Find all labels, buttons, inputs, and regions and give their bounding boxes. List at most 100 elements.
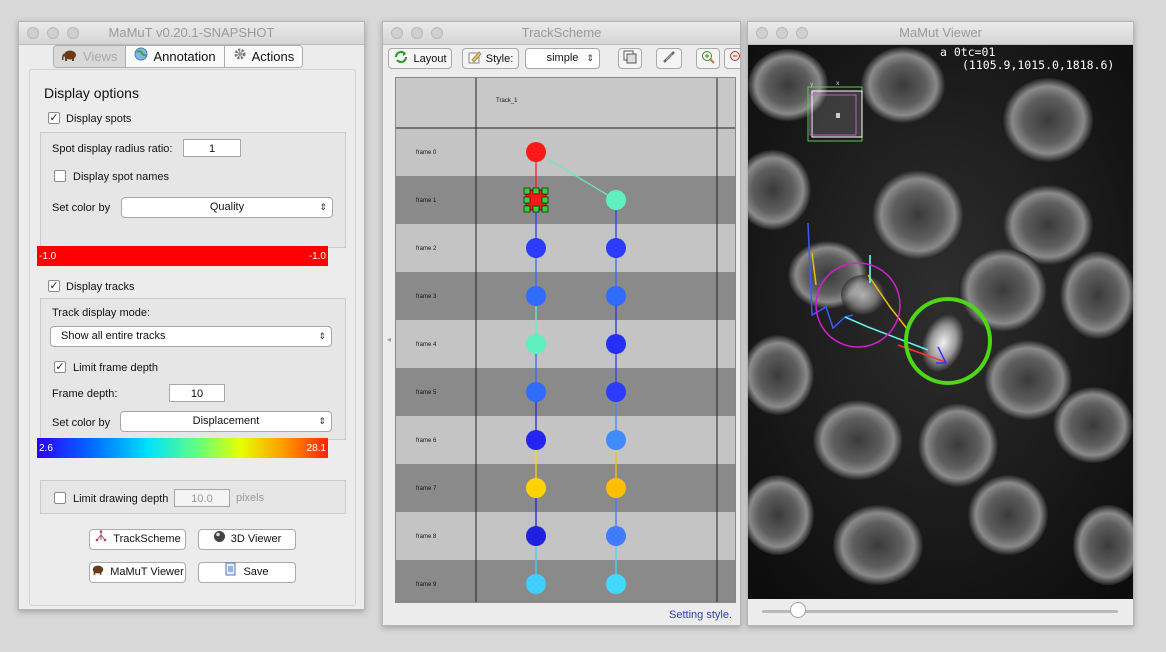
frame-row [396, 416, 735, 464]
3d-viewer-button-label: 3D Viewer [230, 533, 282, 545]
drawing-depth-group: Limit drawing depth 10.0 pixels [40, 480, 346, 514]
close-window-button[interactable] [756, 27, 768, 39]
save-icon [225, 562, 238, 583]
tab-annotation[interactable]: Annotation [126, 46, 225, 67]
track-mode-label: Track display mode: [52, 307, 151, 319]
save-button[interactable]: Save [198, 562, 296, 583]
close-window-button[interactable] [391, 27, 403, 39]
trackscheme-canvas[interactable]: frame 0 frame 1 frame 2 frame 3 frame 4 frame… [395, 77, 736, 603]
microscopy-image[interactable]: y x [748, 45, 1133, 599]
save-button-label: Save [243, 566, 269, 578]
spot-color-select[interactable]: Quality ⇕ [121, 197, 333, 218]
display-spot-names-checkbox[interactable] [54, 170, 66, 182]
selection-handle [523, 205, 531, 213]
track-spot [606, 430, 626, 450]
mamut-viewer-window: MaMut Viewer y x a 0tc=01 (1105.9,1015.0… [747, 21, 1134, 626]
track-spot [606, 526, 626, 546]
globe-icon [134, 46, 148, 67]
frame-label: frame 1 [416, 198, 437, 204]
track-spot [526, 382, 546, 402]
drawing-depth-field[interactable]: 10.0 [174, 489, 230, 507]
track-color-select[interactable]: Displacement ⇕ [120, 411, 332, 432]
select-arrows-icon: ⇕ [586, 53, 594, 63]
minimize-window-button[interactable] [411, 27, 423, 39]
track-color-value: Displacement [192, 415, 260, 427]
display-spots-label: Display spots [66, 113, 132, 125]
time-slider-track[interactable] [762, 610, 1118, 613]
minimize-window-button[interactable] [47, 27, 59, 39]
frame-row [396, 368, 735, 416]
display-tracks-checkbox[interactable]: ✓ [48, 280, 60, 292]
frame-row [396, 512, 735, 560]
frame-row [396, 272, 735, 320]
display-spots-checkbox[interactable]: ✓ [48, 112, 60, 124]
frame-label: frame 8 [416, 534, 437, 540]
style-button[interactable]: Style: [462, 48, 519, 69]
tab-views[interactable]: Views [54, 46, 127, 67]
limit-frame-depth-checkbox[interactable]: ✓ [54, 361, 66, 373]
copy-button[interactable] [618, 48, 642, 69]
image-viewport[interactable]: y x a 0tc=01 (1105.9,1015.0,1818.6) [748, 45, 1133, 599]
time-slider-knob[interactable] [789, 602, 806, 618]
zoom-in-icon [701, 50, 715, 67]
trackscheme-graph[interactable]: frame 0 frame 1 frame 2 frame 3 frame 4 frame… [396, 78, 735, 602]
spot-radius-label: Spot display radius ratio: [52, 143, 173, 155]
frame-label: frame 3 [416, 294, 437, 300]
track-spot [526, 574, 546, 594]
selection-handle [532, 187, 540, 195]
track-spot [526, 238, 546, 258]
frame-row [396, 560, 735, 602]
refresh-icon [393, 50, 409, 67]
frame-depth-label: Frame depth: [52, 388, 118, 400]
frame-label: frame 5 [416, 390, 437, 396]
track-spot [606, 574, 626, 594]
zoom-in-button[interactable] [696, 48, 720, 69]
style-label: Style: [485, 52, 514, 65]
minimize-window-button[interactable] [776, 27, 788, 39]
3d-viewer-button[interactable]: 3D Viewer [198, 529, 296, 550]
mamut-viewer-button[interactable]: MaMuT Viewer [89, 562, 186, 583]
track-color-min: 2.6 [39, 443, 53, 454]
spot-radius-field[interactable]: 1 [183, 139, 241, 157]
splitter-handle[interactable]: ◂ [387, 335, 393, 344]
tree-icon [94, 530, 108, 549]
frame-label: frame 7 [416, 486, 437, 492]
selection-handle [523, 187, 531, 195]
select-arrows-icon: ⇕ [319, 202, 327, 212]
track-header-label: Track_1 [496, 98, 518, 104]
layout-button[interactable]: Layout [388, 48, 452, 69]
style-select[interactable]: simple ⇕ [525, 48, 600, 69]
elephant-icon [91, 563, 105, 582]
zoom-out-icon [729, 50, 740, 67]
track-spot [606, 286, 626, 306]
selection-handle [523, 196, 531, 204]
display-tracks-label: Display tracks [66, 281, 135, 293]
track-mode-select[interactable]: Show all entire tracks ⇕ [50, 326, 332, 347]
trackscheme-titlebar: TrackScheme [383, 22, 740, 45]
trackscheme-title: TrackScheme [521, 25, 602, 40]
tab-actions[interactable]: Actions [224, 46, 303, 67]
track-color-label: Set color by [52, 417, 111, 429]
selection-handle [532, 205, 540, 213]
frame-row [396, 176, 735, 224]
drawing-depth-unit: pixels [236, 492, 265, 504]
elephant-icon [61, 46, 78, 67]
spot-color-max: -1.0 [308, 251, 326, 262]
close-window-button[interactable] [27, 27, 39, 39]
track-spot [606, 334, 626, 354]
zoom-window-button[interactable] [67, 27, 79, 39]
frame-depth-field[interactable]: 10 [169, 384, 225, 402]
track-spot [526, 430, 546, 450]
limit-drawing-depth-checkbox[interactable] [54, 492, 66, 504]
select-arrows-icon: ⇕ [318, 416, 326, 426]
viewer-hud-coordinates: (1105.9,1015.0,1818.6) [962, 58, 1115, 72]
zoom-out-button[interactable] [724, 48, 740, 69]
trackscheme-button[interactable]: TrackScheme [89, 529, 186, 550]
frame-row [396, 320, 735, 368]
zoom-window-button[interactable] [796, 27, 808, 39]
track-spot [526, 286, 546, 306]
spot-color-value: Quality [209, 201, 245, 213]
sphere-icon [213, 530, 226, 550]
zoom-window-button[interactable] [431, 27, 443, 39]
capture-button[interactable] [656, 48, 682, 69]
